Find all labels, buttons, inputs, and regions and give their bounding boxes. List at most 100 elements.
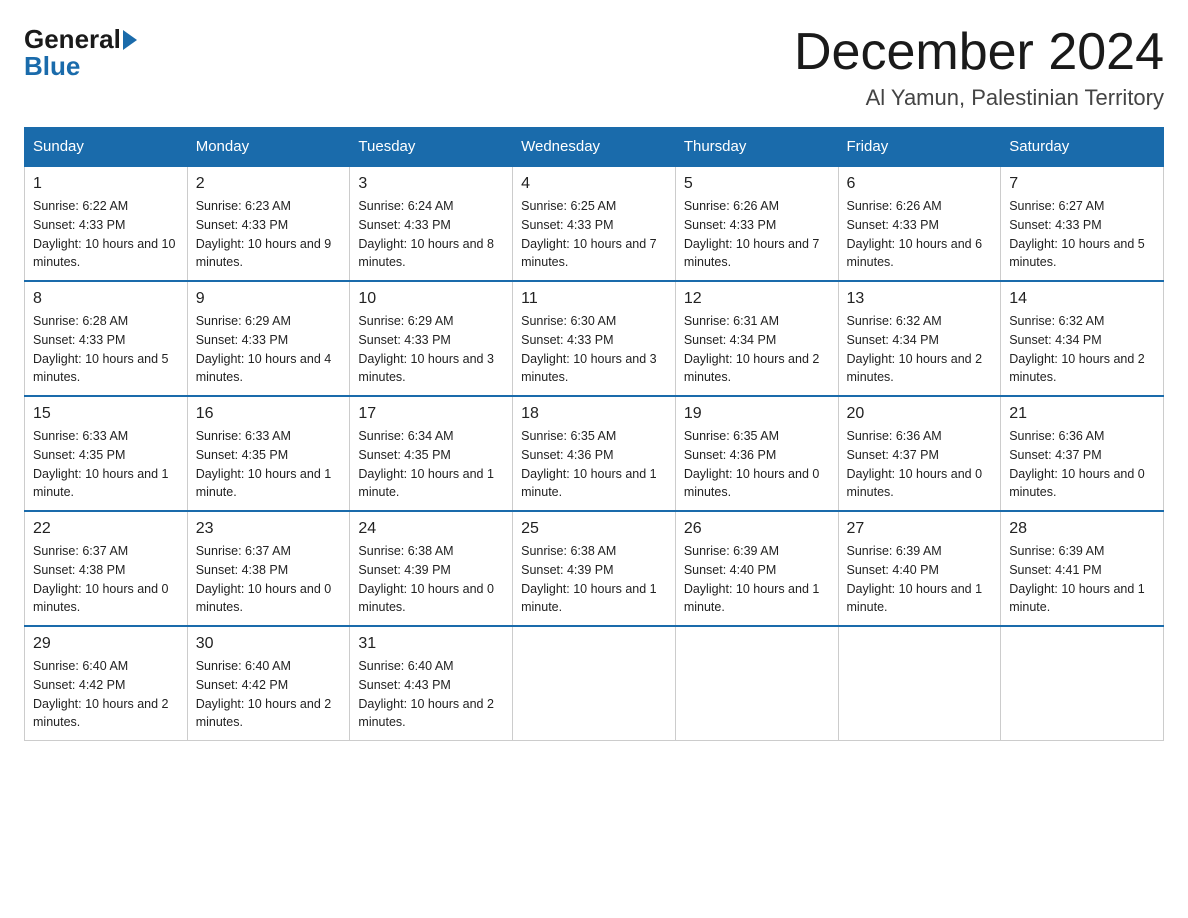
day-number: 31 [358, 635, 504, 653]
day-number: 1 [33, 175, 179, 193]
day-number: 28 [1009, 520, 1155, 538]
calendar-cell: 11 Sunrise: 6:30 AMSunset: 4:33 PMDaylig… [513, 281, 676, 396]
calendar-cell: 24 Sunrise: 6:38 AMSunset: 4:39 PMDaylig… [350, 511, 513, 626]
day-number: 26 [684, 520, 830, 538]
calendar-cell: 2 Sunrise: 6:23 AMSunset: 4:33 PMDayligh… [187, 166, 350, 281]
day-info: Sunrise: 6:26 AMSunset: 4:33 PMDaylight:… [684, 199, 820, 269]
day-number: 25 [521, 520, 667, 538]
calendar-cell: 25 Sunrise: 6:38 AMSunset: 4:39 PMDaylig… [513, 511, 676, 626]
day-info: Sunrise: 6:37 AMSunset: 4:38 PMDaylight:… [33, 544, 169, 614]
day-info: Sunrise: 6:34 AMSunset: 4:35 PMDaylight:… [358, 429, 494, 499]
calendar-cell: 5 Sunrise: 6:26 AMSunset: 4:33 PMDayligh… [675, 166, 838, 281]
calendar-header-saturday: Saturday [1001, 128, 1164, 167]
calendar-cell: 19 Sunrise: 6:35 AMSunset: 4:36 PMDaylig… [675, 396, 838, 511]
calendar-cell: 14 Sunrise: 6:32 AMSunset: 4:34 PMDaylig… [1001, 281, 1164, 396]
calendar-cell: 17 Sunrise: 6:34 AMSunset: 4:35 PMDaylig… [350, 396, 513, 511]
calendar-cell: 15 Sunrise: 6:33 AMSunset: 4:35 PMDaylig… [25, 396, 188, 511]
day-number: 10 [358, 290, 504, 308]
calendar-cell: 27 Sunrise: 6:39 AMSunset: 4:40 PMDaylig… [838, 511, 1001, 626]
calendar-cell: 22 Sunrise: 6:37 AMSunset: 4:38 PMDaylig… [25, 511, 188, 626]
day-info: Sunrise: 6:40 AMSunset: 4:43 PMDaylight:… [358, 659, 494, 729]
day-number: 2 [196, 175, 342, 193]
calendar-cell: 16 Sunrise: 6:33 AMSunset: 4:35 PMDaylig… [187, 396, 350, 511]
location-subtitle: Al Yamun, Palestinian Territory [794, 85, 1164, 111]
calendar-header-friday: Friday [838, 128, 1001, 167]
calendar-header-wednesday: Wednesday [513, 128, 676, 167]
day-info: Sunrise: 6:25 AMSunset: 4:33 PMDaylight:… [521, 199, 657, 269]
day-number: 22 [33, 520, 179, 538]
day-info: Sunrise: 6:35 AMSunset: 4:36 PMDaylight:… [684, 429, 820, 499]
day-info: Sunrise: 6:37 AMSunset: 4:38 PMDaylight:… [196, 544, 332, 614]
day-info: Sunrise: 6:24 AMSunset: 4:33 PMDaylight:… [358, 199, 494, 269]
day-info: Sunrise: 6:36 AMSunset: 4:37 PMDaylight:… [1009, 429, 1145, 499]
calendar-cell: 3 Sunrise: 6:24 AMSunset: 4:33 PMDayligh… [350, 166, 513, 281]
day-number: 3 [358, 175, 504, 193]
day-info: Sunrise: 6:28 AMSunset: 4:33 PMDaylight:… [33, 314, 169, 384]
day-info: Sunrise: 6:38 AMSunset: 4:39 PMDaylight:… [521, 544, 657, 614]
calendar-week-row: 29 Sunrise: 6:40 AMSunset: 4:42 PMDaylig… [25, 626, 1164, 741]
day-info: Sunrise: 6:33 AMSunset: 4:35 PMDaylight:… [196, 429, 332, 499]
logo-blue-text: Blue [24, 51, 80, 82]
day-info: Sunrise: 6:35 AMSunset: 4:36 PMDaylight:… [521, 429, 657, 499]
calendar-cell: 23 Sunrise: 6:37 AMSunset: 4:38 PMDaylig… [187, 511, 350, 626]
calendar-cell: 31 Sunrise: 6:40 AMSunset: 4:43 PMDaylig… [350, 626, 513, 741]
calendar-cell: 6 Sunrise: 6:26 AMSunset: 4:33 PMDayligh… [838, 166, 1001, 281]
day-number: 8 [33, 290, 179, 308]
day-info: Sunrise: 6:39 AMSunset: 4:41 PMDaylight:… [1009, 544, 1145, 614]
day-info: Sunrise: 6:30 AMSunset: 4:33 PMDaylight:… [521, 314, 657, 384]
day-number: 6 [847, 175, 993, 193]
calendar-cell: 13 Sunrise: 6:32 AMSunset: 4:34 PMDaylig… [838, 281, 1001, 396]
day-number: 11 [521, 290, 667, 308]
day-info: Sunrise: 6:22 AMSunset: 4:33 PMDaylight:… [33, 199, 175, 269]
calendar-cell: 1 Sunrise: 6:22 AMSunset: 4:33 PMDayligh… [25, 166, 188, 281]
calendar-cell [675, 626, 838, 741]
calendar-header-thursday: Thursday [675, 128, 838, 167]
day-info: Sunrise: 6:33 AMSunset: 4:35 PMDaylight:… [33, 429, 169, 499]
logo: General Blue [24, 24, 137, 82]
day-number: 16 [196, 405, 342, 423]
calendar-cell: 20 Sunrise: 6:36 AMSunset: 4:37 PMDaylig… [838, 396, 1001, 511]
day-number: 23 [196, 520, 342, 538]
calendar-header-tuesday: Tuesday [350, 128, 513, 167]
day-number: 15 [33, 405, 179, 423]
day-number: 18 [521, 405, 667, 423]
calendar-cell [838, 626, 1001, 741]
day-info: Sunrise: 6:39 AMSunset: 4:40 PMDaylight:… [684, 544, 820, 614]
day-info: Sunrise: 6:39 AMSunset: 4:40 PMDaylight:… [847, 544, 983, 614]
calendar-cell: 12 Sunrise: 6:31 AMSunset: 4:34 PMDaylig… [675, 281, 838, 396]
day-number: 12 [684, 290, 830, 308]
month-title: December 2024 [794, 24, 1164, 81]
day-number: 7 [1009, 175, 1155, 193]
day-number: 5 [684, 175, 830, 193]
day-info: Sunrise: 6:29 AMSunset: 4:33 PMDaylight:… [196, 314, 332, 384]
day-number: 4 [521, 175, 667, 193]
calendar-header-monday: Monday [187, 128, 350, 167]
calendar-cell [1001, 626, 1164, 741]
day-info: Sunrise: 6:32 AMSunset: 4:34 PMDaylight:… [847, 314, 983, 384]
calendar-cell: 30 Sunrise: 6:40 AMSunset: 4:42 PMDaylig… [187, 626, 350, 741]
day-info: Sunrise: 6:38 AMSunset: 4:39 PMDaylight:… [358, 544, 494, 614]
logo-arrow-icon [123, 30, 137, 50]
day-number: 27 [847, 520, 993, 538]
calendar-week-row: 8 Sunrise: 6:28 AMSunset: 4:33 PMDayligh… [25, 281, 1164, 396]
day-number: 29 [33, 635, 179, 653]
day-number: 13 [847, 290, 993, 308]
day-info: Sunrise: 6:36 AMSunset: 4:37 PMDaylight:… [847, 429, 983, 499]
calendar-cell [513, 626, 676, 741]
calendar-cell: 21 Sunrise: 6:36 AMSunset: 4:37 PMDaylig… [1001, 396, 1164, 511]
day-info: Sunrise: 6:27 AMSunset: 4:33 PMDaylight:… [1009, 199, 1145, 269]
calendar-cell: 7 Sunrise: 6:27 AMSunset: 4:33 PMDayligh… [1001, 166, 1164, 281]
calendar-week-row: 1 Sunrise: 6:22 AMSunset: 4:33 PMDayligh… [25, 166, 1164, 281]
day-info: Sunrise: 6:31 AMSunset: 4:34 PMDaylight:… [684, 314, 820, 384]
calendar-cell: 4 Sunrise: 6:25 AMSunset: 4:33 PMDayligh… [513, 166, 676, 281]
day-number: 30 [196, 635, 342, 653]
calendar-cell: 28 Sunrise: 6:39 AMSunset: 4:41 PMDaylig… [1001, 511, 1164, 626]
calendar-header-sunday: Sunday [25, 128, 188, 167]
day-number: 20 [847, 405, 993, 423]
calendar-cell: 26 Sunrise: 6:39 AMSunset: 4:40 PMDaylig… [675, 511, 838, 626]
calendar-cell: 9 Sunrise: 6:29 AMSunset: 4:33 PMDayligh… [187, 281, 350, 396]
day-number: 14 [1009, 290, 1155, 308]
day-number: 21 [1009, 405, 1155, 423]
day-number: 19 [684, 405, 830, 423]
day-info: Sunrise: 6:32 AMSunset: 4:34 PMDaylight:… [1009, 314, 1145, 384]
